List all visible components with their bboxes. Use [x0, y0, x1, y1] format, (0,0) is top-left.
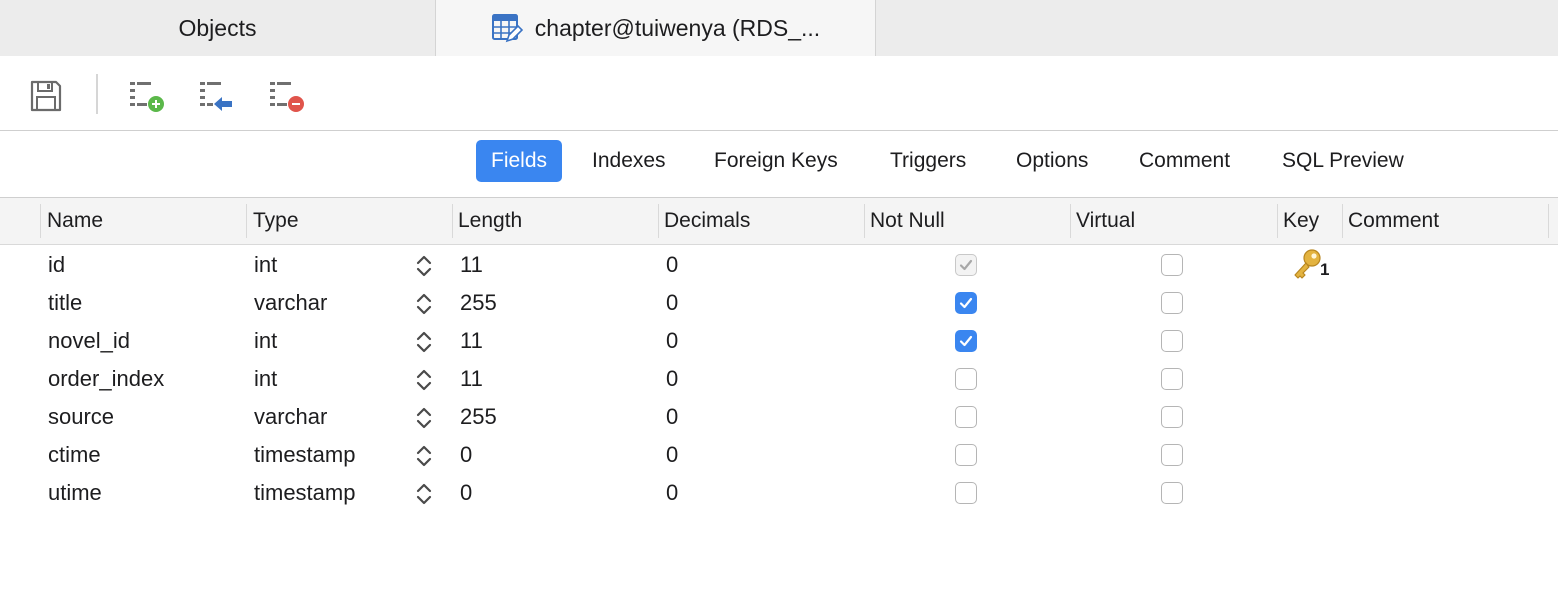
field-type-cell[interactable]: int [254, 246, 277, 284]
field-decimals-cell[interactable]: 0 [666, 322, 678, 360]
type-stepper-icon[interactable] [414, 406, 434, 430]
save-button[interactable] [24, 74, 68, 118]
toolbar [0, 56, 1558, 131]
field-type-cell[interactable]: int [254, 360, 277, 398]
column-header-type[interactable]: Type [248, 198, 299, 244]
field-name-cell[interactable]: novel_id [48, 322, 130, 360]
field-name-cell[interactable]: source [48, 398, 114, 436]
delete-field-button[interactable] [264, 74, 308, 118]
column-divider[interactable] [246, 204, 247, 238]
virtual-checkbox[interactable] [1161, 406, 1183, 428]
column-header-length[interactable]: Length [453, 198, 522, 244]
tab-foreign-keys[interactable]: Foreign Keys [699, 140, 853, 182]
not-null-checkbox[interactable] [955, 406, 977, 428]
virtual-checkbox[interactable] [1161, 482, 1183, 504]
delete-field-icon [264, 76, 308, 116]
column-divider[interactable] [1548, 204, 1549, 238]
tab-options[interactable]: Options [1001, 140, 1103, 182]
type-stepper-icon[interactable] [414, 292, 434, 316]
tab-table-design[interactable]: chapter@tuiwenya (RDS_... [436, 0, 876, 56]
table-row[interactable]: id int 11 0 1 [0, 246, 1558, 284]
virtual-checkbox[interactable] [1161, 444, 1183, 466]
column-divider[interactable] [40, 204, 41, 238]
type-stepper-icon[interactable] [414, 482, 434, 506]
tab-comment[interactable]: Comment [1124, 140, 1245, 182]
field-name-cell[interactable]: title [48, 284, 82, 322]
tab-indexes[interactable]: Indexes [577, 140, 681, 182]
tab-objects[interactable]: Objects [0, 0, 436, 56]
field-length-cell[interactable]: 0 [460, 436, 472, 474]
column-header-comment[interactable]: Comment [1343, 198, 1439, 244]
column-header-decimals[interactable]: Decimals [659, 198, 750, 244]
tab-sql-preview[interactable]: SQL Preview [1267, 140, 1419, 182]
table-row[interactable]: order_index int 11 0 [0, 360, 1558, 398]
not-null-checkbox[interactable] [955, 368, 977, 390]
toolbar-divider [96, 74, 98, 114]
table-row[interactable]: utime timestamp 0 0 [0, 474, 1558, 512]
field-length-cell[interactable]: 11 [460, 246, 483, 284]
field-length-cell[interactable]: 0 [460, 474, 472, 512]
virtual-checkbox[interactable] [1161, 292, 1183, 314]
type-stepper-icon[interactable] [414, 368, 434, 392]
column-header-not-null[interactable]: Not Null [865, 198, 945, 244]
table-row[interactable]: title varchar 255 0 [0, 284, 1558, 322]
not-null-checkbox[interactable] [955, 444, 977, 466]
table-row[interactable]: novel_id int 11 0 [0, 322, 1558, 360]
field-type-cell[interactable]: timestamp [254, 474, 355, 512]
virtual-checkbox[interactable] [1161, 368, 1183, 390]
field-type-cell[interactable]: varchar [254, 284, 327, 322]
tab-table-design-label: chapter@tuiwenya (RDS_... [534, 14, 821, 41]
field-decimals-cell[interactable]: 0 [666, 436, 678, 474]
primary-key-indicator[interactable]: 1 [1292, 248, 1332, 282]
field-length-cell[interactable]: 255 [460, 398, 497, 436]
field-name-cell[interactable]: id [48, 246, 65, 284]
field-type-cell[interactable]: timestamp [254, 436, 355, 474]
column-header-key[interactable]: Key [1278, 198, 1319, 244]
tab-fields[interactable]: Fields [476, 140, 563, 182]
design-tabs: Fields Indexes Foreign Keys Triggers Opt… [0, 131, 1558, 198]
virtual-checkbox[interactable] [1161, 330, 1183, 352]
not-null-checkbox[interactable] [955, 254, 977, 276]
field-decimals-cell[interactable]: 0 [666, 360, 678, 398]
field-length-cell[interactable]: 11 [460, 322, 483, 360]
tab-objects-label: Objects [178, 14, 257, 41]
field-type-cell[interactable]: int [254, 322, 277, 360]
tab-triggers[interactable]: Triggers [875, 140, 981, 182]
not-null-checkbox[interactable] [955, 330, 977, 352]
fields-table-body: id int 11 0 1 title varchar 255 0 novel_id int 11 0 o… [0, 246, 1558, 512]
field-name-cell[interactable]: utime [48, 474, 102, 512]
type-stepper-icon[interactable] [414, 254, 434, 278]
field-name-cell[interactable]: ctime [48, 436, 101, 474]
field-decimals-cell[interactable]: 0 [666, 284, 678, 322]
virtual-checkbox[interactable] [1161, 254, 1183, 276]
fields-table-header: Name Type Length Decimals Not Null Virtu… [0, 198, 1558, 245]
field-decimals-cell[interactable]: 0 [666, 398, 678, 436]
field-name-cell[interactable]: order_index [48, 360, 164, 398]
field-length-cell[interactable]: 255 [460, 284, 497, 322]
field-length-cell[interactable]: 11 [460, 360, 483, 398]
column-header-name[interactable]: Name [42, 198, 103, 244]
field-type-cell[interactable]: varchar [254, 398, 327, 436]
not-null-checkbox[interactable] [955, 292, 977, 314]
save-icon [28, 78, 64, 114]
table-row[interactable]: source varchar 255 0 [0, 398, 1558, 436]
table-row[interactable]: ctime timestamp 0 0 [0, 436, 1558, 474]
type-stepper-icon[interactable] [414, 444, 434, 468]
tab-bar: Objects chapter@tuiwenya (RDS_... [0, 0, 1558, 56]
insert-field-button[interactable] [194, 74, 238, 118]
type-stepper-icon[interactable] [414, 330, 434, 354]
not-null-checkbox[interactable] [955, 482, 977, 504]
column-header-virtual[interactable]: Virtual [1071, 198, 1135, 244]
add-field-button[interactable] [124, 74, 168, 118]
table-design-icon [491, 12, 523, 44]
add-field-icon [124, 76, 168, 116]
key-order-number: 1 [1320, 260, 1330, 279]
field-decimals-cell[interactable]: 0 [666, 474, 678, 512]
insert-field-icon [194, 76, 238, 116]
field-decimals-cell[interactable]: 0 [666, 246, 678, 284]
